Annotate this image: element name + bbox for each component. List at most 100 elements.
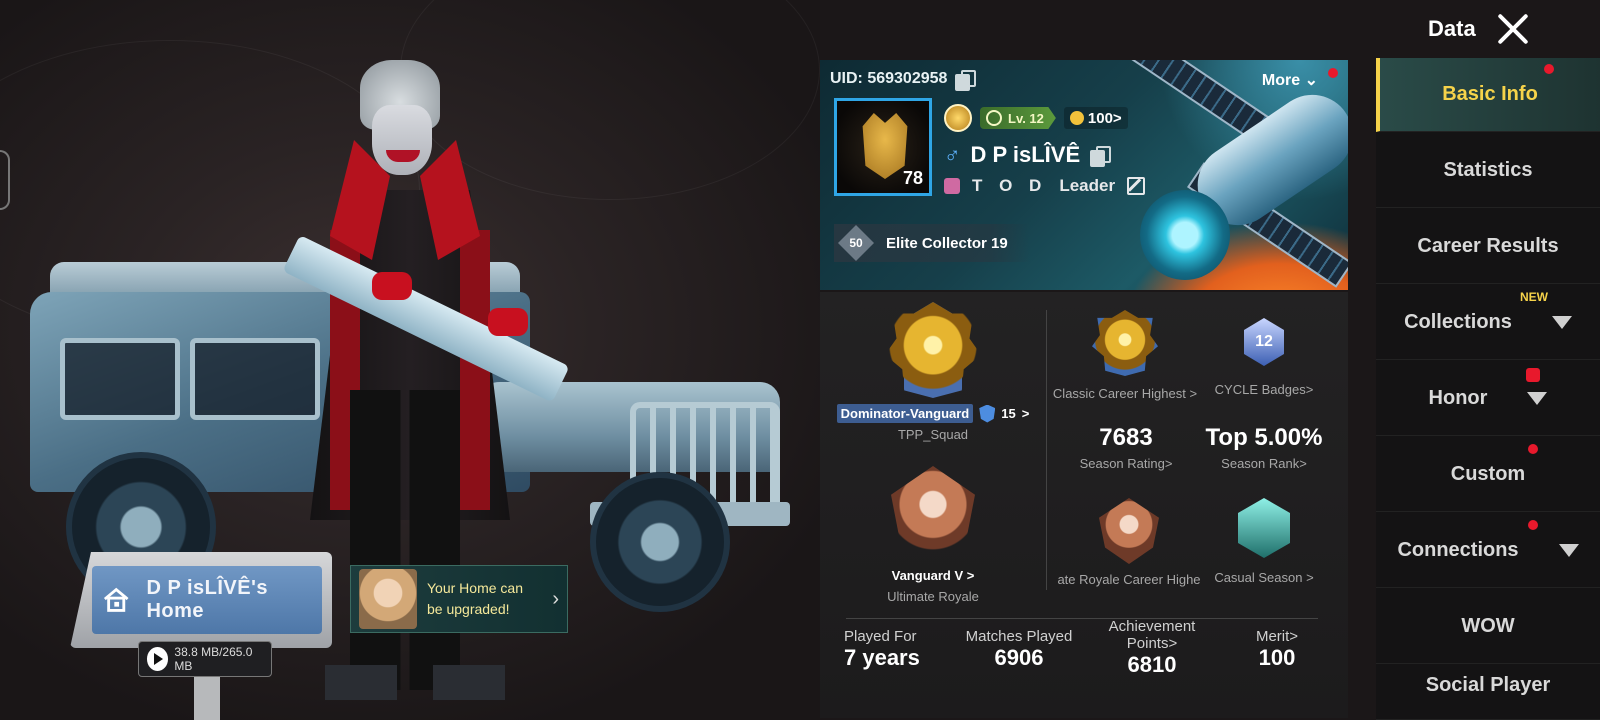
achievement-value: 6810: [1127, 652, 1177, 677]
career-emblem-icon: [1099, 498, 1159, 564]
character-boots: [325, 665, 505, 700]
merit-label: Merit>: [1255, 628, 1299, 645]
mode-label: TPP_Squad: [897, 427, 969, 442]
sidebar-item-connections[interactable]: Connections: [1376, 514, 1600, 588]
sidebar-item-career-results[interactable]: Career Results: [1376, 210, 1600, 284]
sidebar-item-custom[interactable]: Custom: [1376, 438, 1600, 512]
level-pill[interactable]: Lv. 12: [980, 107, 1056, 129]
played-for: Played For 7 years: [844, 628, 944, 671]
home-upgrade-toast[interactable]: Your Home can be upgraded! ›: [350, 565, 568, 633]
sidebar: Basic Info Statistics Career Results Col…: [1376, 58, 1600, 720]
chevron-down-icon: ⌄: [1304, 72, 1318, 89]
side-drawer-tab[interactable]: [0, 150, 10, 210]
season-rank-value: Top 5.00%: [1205, 424, 1323, 451]
shield-icon: [979, 404, 996, 423]
avatar-level: 78: [902, 168, 923, 188]
guide-avatar: [359, 569, 417, 629]
more-label: More: [1261, 72, 1301, 89]
profile-card: UID: 569302958 More ⌄ 78 Lv. 12 100> ♂ D…: [820, 60, 1348, 290]
season-rating-value: 7683: [1099, 424, 1153, 451]
cycle-badge-icon: 12: [1244, 318, 1284, 366]
chevron-right-icon: ›: [552, 587, 559, 610]
clan-row: T O D Leader: [944, 176, 1146, 196]
download-progress[interactable]: 38.8 MB/265.0 MB: [138, 641, 272, 677]
sidebar-item-wow[interactable]: WOW: [1376, 590, 1600, 664]
casual-emblem-icon: [1238, 498, 1290, 558]
sidebar-item-social-player[interactable]: Social Player: [1376, 666, 1600, 720]
gift-icon: [1526, 368, 1540, 382]
collector-title[interactable]: 50 Elite Collector 19: [834, 224, 1030, 262]
divider: [846, 618, 1318, 619]
sidebar-item-collections[interactable]: Collections NEW: [1376, 286, 1600, 360]
popularity-button[interactable]: 100>: [1063, 107, 1128, 129]
popularity-icon: [1069, 111, 1084, 125]
merit[interactable]: Merit> 100: [1232, 628, 1322, 671]
notification-dot: [1528, 520, 1538, 530]
sidebar-item-label: Collections: [1404, 311, 1512, 333]
character-mask: [372, 105, 432, 175]
sidebar-item-label: Connections: [1397, 539, 1519, 561]
jeep-window: [60, 338, 180, 420]
clan-icon: [944, 178, 960, 194]
jeep-wheel: [590, 472, 730, 612]
rank-name: Dominator-Vanguard: [836, 404, 974, 423]
mode-label: Ultimate Royale: [887, 589, 979, 604]
matches-label: Matches Played: [965, 628, 1073, 645]
notification-dot: [1528, 444, 1538, 454]
played-for-value: 7 years: [844, 645, 920, 670]
storage-text: 38.8 MB/265.0 MB: [174, 645, 253, 673]
vanguard-tag: Vanguard V >: [891, 568, 975, 583]
page-title: Data: [1428, 16, 1476, 41]
tier-badge-icon[interactable]: [944, 104, 972, 132]
sidebar-item-label: Basic Info: [1442, 83, 1538, 105]
cycle-badges[interactable]: 12 CYCLE Badges>: [1204, 318, 1324, 397]
close-icon[interactable]: [1496, 12, 1530, 46]
sidebar-item-honor[interactable]: Honor: [1376, 362, 1600, 436]
sidebar-item-label: Honor: [1428, 387, 1488, 409]
copy-icon[interactable]: [955, 70, 977, 91]
notification-dot: [1328, 68, 1338, 78]
tpp-squad-rank[interactable]: Dominator-Vanguard 15 > TPP_Squad: [828, 302, 1038, 442]
sidebar-item-label: Statistics: [1443, 159, 1533, 181]
season-rank[interactable]: Top 5.00% Season Rank>: [1200, 424, 1328, 471]
uid-text: UID: 569302958: [830, 70, 948, 87]
played-for-label: Played For: [844, 628, 917, 645]
upgrade-message: Your Home can be upgraded!: [427, 580, 523, 617]
copy-icon[interactable]: [1090, 146, 1112, 167]
level-icon: [986, 110, 1002, 126]
sidebar-item-label: Social Player: [1425, 674, 1551, 696]
male-gender-icon: ♂: [944, 142, 961, 167]
ultimate-royale-rank[interactable]: Vanguard V > Ultimate Royale: [828, 466, 1038, 604]
season-rating[interactable]: 7683 Season Rating>: [1056, 424, 1196, 471]
chevron-right-icon: >: [1021, 406, 1030, 421]
season-rating-label: Season Rating>: [1079, 456, 1173, 471]
popularity-value: 100>: [1087, 109, 1122, 127]
character-legs: [350, 390, 460, 690]
casual-season[interactable]: Casual Season >: [1200, 498, 1328, 585]
chevron-down-icon: [1558, 544, 1579, 557]
cycle-label: CYCLE Badges>: [1214, 382, 1314, 397]
stats-panel: Dominator-Vanguard 15 > TPP_Squad Classi…: [820, 292, 1348, 718]
chevron-down-icon: [1527, 392, 1548, 405]
avatar[interactable]: 78: [834, 98, 932, 196]
edit-icon[interactable]: [1127, 177, 1146, 195]
ultimate-career-highest[interactable]: ate Royale Career Highe: [1056, 498, 1202, 587]
clan-name[interactable]: T O D: [972, 176, 1047, 196]
more-button[interactable]: More ⌄: [1262, 70, 1318, 90]
clan-role: Leader: [1059, 176, 1116, 195]
sidebar-item-statistics[interactable]: Statistics: [1376, 134, 1600, 208]
achievement-points[interactable]: Achievement Points> 6810: [1092, 618, 1212, 678]
level-text: Lv. 12: [1008, 110, 1044, 126]
vanguard-emblem-icon: [891, 466, 975, 562]
divider: [1046, 310, 1047, 590]
character-glove: [488, 308, 528, 336]
player-name-row: ♂ D P isLÎVÊ: [944, 142, 1112, 168]
home-sign-button[interactable]: D P isLÎVÊ's Home: [92, 566, 322, 634]
character-glove: [372, 272, 412, 300]
sidebar-item-basic-info[interactable]: Basic Info: [1376, 58, 1600, 132]
home-icon: [103, 587, 129, 612]
achievement-label: Achievement Points>: [1108, 618, 1196, 652]
dominator-emblem-icon: [885, 302, 981, 398]
classic-career-highest[interactable]: Classic Career Highest >: [1050, 310, 1200, 401]
play-icon[interactable]: [147, 647, 169, 671]
